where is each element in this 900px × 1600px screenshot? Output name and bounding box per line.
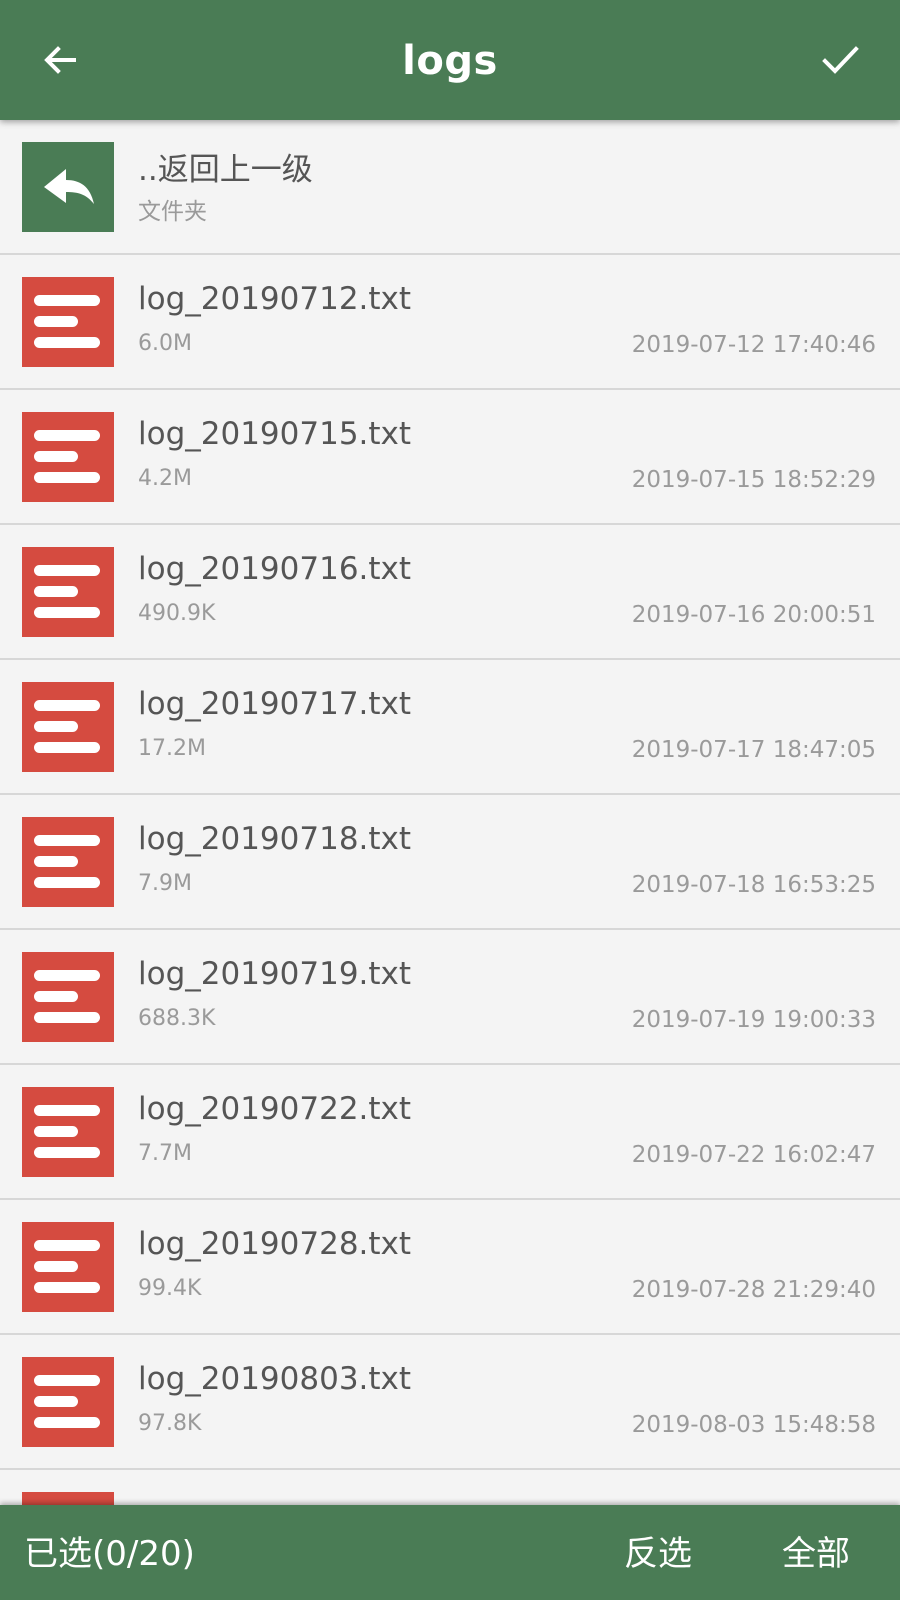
file-date: 2019-08-03 15:48:58: [631, 1412, 876, 1438]
file-size: 99.4K: [138, 1276, 202, 1301]
file-name: log_20190728.txt: [138, 1226, 412, 1262]
text-file-icon: [22, 817, 114, 907]
text-file-icon: [22, 1492, 114, 1505]
file-date: 2019-07-15 18:52:29: [631, 467, 876, 493]
file-row[interactable]: log_20190717.txt 17.2M 2019-07-17 18:47:…: [0, 660, 900, 795]
file-name: log_20190712.txt: [138, 281, 412, 317]
file-row[interactable]: log_20190718.txt 7.9M 2019-07-18 16:53:2…: [0, 795, 900, 930]
selected-count: 已选(0/20): [24, 1534, 195, 1574]
file-row[interactable]: log_20190719.txt 688.3K 2019-07-19 19:00…: [0, 930, 900, 1065]
text-file-icon: [22, 1087, 114, 1177]
file-date: 2019-07-18 16:53:25: [631, 872, 876, 898]
text-file-icon: [22, 277, 114, 367]
file-name: log_20190719.txt: [138, 956, 412, 992]
file-row[interactable]: log_20190712.txt 6.0M 2019-07-12 17:40:4…: [0, 255, 900, 390]
file-name: log_20190716.txt: [138, 551, 412, 587]
file-date: 2019-07-12 17:40:46: [631, 332, 876, 358]
file-size: 688.3K: [138, 1006, 216, 1031]
file-row-partial[interactable]: [0, 1470, 900, 1505]
text-file-icon: [22, 412, 114, 502]
parent-folder-type: 文件夹: [138, 199, 207, 225]
toolbar: logs: [0, 0, 900, 120]
file-size: 97.8K: [138, 1411, 202, 1436]
selection-bar: 已选(0/20) 反选 全部: [0, 1505, 900, 1600]
text-file-icon: [22, 952, 114, 1042]
file-row[interactable]: log_20190716.txt 490.9K 2019-07-16 20:00…: [0, 525, 900, 660]
file-size: 6.0M: [138, 331, 192, 356]
file-name: log_20190722.txt: [138, 1091, 412, 1127]
checkmark-icon: [822, 46, 859, 74]
text-file-icon: [22, 547, 114, 637]
file-row[interactable]: log_20190728.txt 99.4K 2019-07-28 21:29:…: [0, 1200, 900, 1335]
file-size: 490.9K: [138, 601, 216, 626]
file-size: 7.9M: [138, 871, 192, 896]
file-row[interactable]: log_20190722.txt 7.7M 2019-07-22 16:02:4…: [0, 1065, 900, 1200]
text-file-icon: [22, 682, 114, 772]
file-size: 4.2M: [138, 466, 192, 491]
file-name: log_20190718.txt: [138, 821, 412, 857]
file-row[interactable]: log_20190715.txt 4.2M 2019-07-15 18:52:2…: [0, 390, 900, 525]
page-title: logs: [402, 38, 498, 84]
confirm-button[interactable]: [814, 34, 866, 86]
text-file-icon: [22, 1357, 114, 1447]
file-name: log_20190803.txt: [138, 1361, 412, 1397]
file-size: 7.7M: [138, 1141, 192, 1166]
file-size: 17.2M: [138, 736, 206, 761]
parent-folder-name: ..返回上一级: [138, 152, 313, 188]
file-name: log_20190717.txt: [138, 686, 412, 722]
parent-folder-row[interactable]: ..返回上一级 文件夹: [0, 120, 900, 255]
file-date: 2019-07-16 20:00:51: [631, 602, 876, 628]
folder-thumbnail: [22, 142, 114, 232]
select-all-button[interactable]: 全部: [782, 1505, 850, 1600]
file-date: 2019-07-17 18:47:05: [631, 737, 876, 763]
invert-selection-button[interactable]: 反选: [624, 1505, 692, 1600]
file-name: log_20190715.txt: [138, 416, 412, 452]
reply-arrow-icon: [44, 169, 94, 204]
file-date: 2019-07-28 21:29:40: [631, 1277, 876, 1303]
file-date: 2019-07-22 16:02:47: [631, 1142, 876, 1168]
text-file-icon: [22, 1222, 114, 1312]
file-list: ..返回上一级 文件夹 log_20190712.txt 6.0M 2019-0…: [0, 120, 900, 1505]
file-row[interactable]: log_20190803.txt 97.8K 2019-08-03 15:48:…: [0, 1335, 900, 1470]
file-date: 2019-07-19 19:00:33: [631, 1007, 876, 1033]
